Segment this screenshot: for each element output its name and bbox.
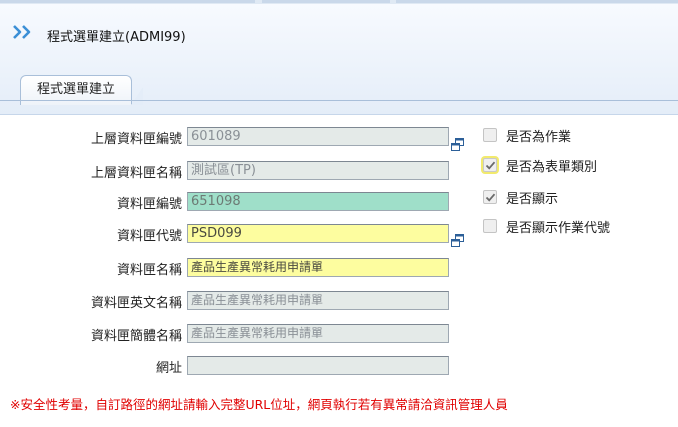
tab-baseline [0,100,678,101]
parent-name-field[interactable]: 測試區(TP) [187,161,449,180]
folder-name-field[interactable]: 產品生產異常耗用申請單 [187,258,449,277]
is-job-label: 是否為作業 [506,130,572,145]
parent-name-label: 上層資料匣名稱 [90,166,182,181]
folder-name-en-field[interactable]: 產品生產異常耗用申請單 [187,291,449,310]
folder-id-field[interactable]: 651098 [187,192,449,211]
folder-name-en-label: 資料匣英文名稱 [90,296,182,311]
is-job-checkbox[interactable] [483,128,497,142]
open-picker-icon[interactable] [451,234,464,247]
folder-code-field[interactable]: PSD099 [187,224,449,243]
folder-code-label: 資料匣代號 [116,229,182,244]
is-form-category-label: 是否為表單類別 [506,160,598,175]
page-header: 程式選單建立(ADMI99) 程式選單建立 [0,4,678,115]
show-job-code-label: 是否顯示作業代號 [506,221,611,236]
checkmark-icon [485,161,496,170]
is-visible-label: 是否顯示 [506,192,559,207]
folder-name-short-label: 資料匣簡體名稱 [90,329,182,344]
show-job-code-checkbox[interactable] [483,219,497,233]
folder-id-label: 資料匣編號 [116,197,182,212]
folder-name-short-field[interactable]: 產品生產異常耗用申請單 [187,324,449,343]
is-form-category-checkbox[interactable] [483,158,497,172]
checkmark-icon [485,193,496,202]
url-field[interactable] [187,356,449,375]
page-title: 程式選單建立(ADMI99) [47,30,186,45]
is-visible-checkbox[interactable] [483,190,497,204]
parent-id-label: 上層資料匣編號 [90,132,182,147]
url-label: 網址 [155,361,182,376]
security-note: ※安全性考量，自訂路徑的網址請輸入完整URL位址，網頁執行若有異常請洽資訊管理人… [10,397,508,412]
double-chevron-icon [13,25,31,39]
open-picker-icon[interactable] [451,138,464,151]
parent-id-field[interactable]: 601089 [187,127,449,146]
folder-name-label: 資料匣名稱 [116,263,182,278]
